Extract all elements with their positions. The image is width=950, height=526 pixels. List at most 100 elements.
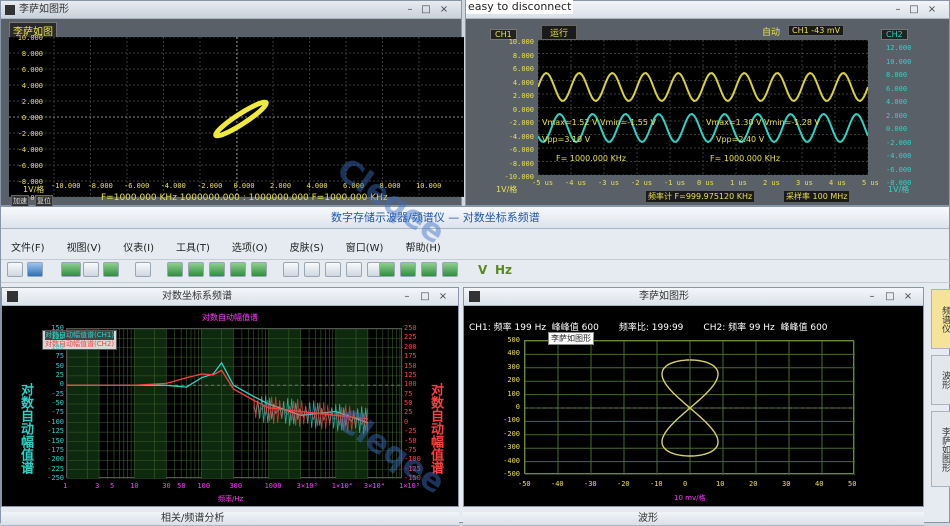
tool-table-icon[interactable] xyxy=(103,262,119,277)
bottom-left-title: 相关/频谱分析 xyxy=(161,513,225,524)
menu-skin[interactable]: 皮肤(S) xyxy=(290,239,324,254)
top-left-titlebar[interactable]: 李萨如图形 – □ × xyxy=(1,1,461,19)
x-tick-label: 1000 xyxy=(264,482,282,490)
close-icon[interactable]: × xyxy=(436,291,450,303)
menu-instrument[interactable]: 仪表(I) xyxy=(123,239,154,254)
y-tick-label: 200 xyxy=(507,376,520,385)
time-tick-label: -5 us xyxy=(532,179,554,187)
minimize-icon[interactable]: – xyxy=(403,4,417,16)
ch1-tick-label: 2.000 xyxy=(512,92,534,100)
close-icon[interactable]: × xyxy=(925,4,939,16)
x-tick-label: -50 xyxy=(518,480,531,488)
tool-scope5-icon[interactable] xyxy=(251,262,267,277)
menu-window[interactable]: 窗口(W) xyxy=(346,239,384,254)
side-tab-lissajous[interactable]: 李萨如图形 xyxy=(931,411,950,487)
y-left-tick-label: -75 xyxy=(51,408,64,417)
top-left-title: 李萨如图形 xyxy=(19,4,69,15)
maximize-icon[interactable]: □ xyxy=(883,291,897,303)
trigger-level[interactable]: CH1 -43 mV xyxy=(788,25,845,36)
tool-scope1-icon[interactable] xyxy=(167,262,183,277)
ch2-label[interactable]: CH2 xyxy=(881,29,908,40)
x-tick-label: 5 xyxy=(109,482,115,490)
tool-probe-icon[interactable] xyxy=(7,262,23,277)
minimize-icon[interactable]: – xyxy=(400,291,414,303)
run-status[interactable]: 运行 xyxy=(541,25,578,40)
time-tick-label: -4 us xyxy=(565,179,587,187)
menu-tools[interactable]: 工具(T) xyxy=(176,239,210,254)
auto-trigger[interactable]: 自动 xyxy=(762,25,780,38)
tool-volt-button[interactable]: V xyxy=(478,263,487,277)
bottom-left-titlebar[interactable]: 相关/频谱分析 xyxy=(1,512,459,526)
tool-cursor-icon[interactable] xyxy=(135,262,151,277)
x-tick-label: 0.000 xyxy=(233,182,255,190)
lissajous-info: CH1: 频率 199 Hz 峰峰值 600 频率比: 199:99 CH2: … xyxy=(469,323,828,333)
tool-chain-icon[interactable] xyxy=(379,262,395,277)
tool-heart-icon[interactable] xyxy=(27,262,43,277)
time-tick-label: 0 us xyxy=(697,179,714,187)
time-tick-label: -1 us xyxy=(664,179,686,187)
x-tick-label: -2.000 xyxy=(197,182,223,190)
tool-scope4-icon[interactable] xyxy=(230,262,246,277)
top-right-window: – □ × CH1 CH2 运行 自动 CH1 -43 mV Vmax=1.52… xyxy=(465,0,950,206)
tool-wave1-icon[interactable] xyxy=(283,262,299,277)
spectrum-titlebar[interactable]: 对数坐标系频谱 – □ × xyxy=(2,288,458,306)
main-titlebar[interactable]: 数字存储示波器/频谱仪 — 对数坐标系频谱 xyxy=(1,207,949,229)
menu-options[interactable]: 选项(O) xyxy=(232,239,268,254)
y-left-tick-label: -125 xyxy=(47,427,64,436)
x-tick-label: 30 xyxy=(782,480,791,488)
menu-file[interactable]: 文件(F) xyxy=(11,239,45,254)
ch2-tick-label: 12.000 xyxy=(886,44,912,52)
spectrum-chart-title: 对数自动幅值谱 xyxy=(202,313,258,322)
y-tick-label: 100 xyxy=(507,389,520,398)
side-tab-waveform[interactable]: 波形 xyxy=(931,355,950,405)
ch2-tick-label: 8.000 xyxy=(886,71,908,79)
tool-grid-icon[interactable] xyxy=(83,262,99,277)
close-icon[interactable]: × xyxy=(437,4,451,16)
menu-bar: 文件(F) 视图(V) 仪表(I) 工具(T) 选项(O) 皮肤(S) 窗口(W) 帮助(H) xyxy=(11,239,463,254)
y-left-tick-label: -100 xyxy=(47,417,64,426)
y-tick-label: -300 xyxy=(503,443,520,452)
lissajous-titlebar[interactable]: 李萨如图形 – □ × xyxy=(464,288,923,306)
x-tick-label: 300 xyxy=(229,482,243,490)
maximize-icon[interactable]: □ xyxy=(907,4,921,16)
tool-hz-button[interactable]: Hz xyxy=(495,263,512,277)
tool-split-icon[interactable] xyxy=(421,262,437,277)
ch1-meas-2: Vpp=3.10 V xyxy=(542,135,591,144)
ch1-tick-label: 10.000 xyxy=(508,38,534,46)
y-right-tick-label: -25 xyxy=(404,427,417,436)
x-tick-label: 10.000 xyxy=(416,182,442,190)
y-tick-label: 0.000 xyxy=(21,114,43,122)
x-tick-label: 1×10⁴ xyxy=(331,482,353,490)
bottom-right-titlebar[interactable]: 波形 xyxy=(463,512,924,526)
tool-scope2-icon[interactable] xyxy=(188,262,204,277)
y-tick-label: 500 xyxy=(507,336,520,344)
tool-wave3-icon[interactable] xyxy=(325,262,341,277)
x-tick-label: -30 xyxy=(584,480,597,488)
y-right-tick-label: 25 xyxy=(404,408,413,417)
x-tick-label: 30 xyxy=(162,482,171,490)
x-tick-label: -20 xyxy=(617,480,630,488)
ch1-tick-label: -4.000 xyxy=(508,132,534,141)
close-icon[interactable]: × xyxy=(901,291,915,303)
time-tick-label: 1 us xyxy=(730,179,747,187)
tool-spectrum-icon[interactable] xyxy=(61,262,81,277)
minimize-icon[interactable]: – xyxy=(865,291,879,303)
scope-plot: Vmax=1.52 V Vmin=-1.55 V Vpp=3.10 V F= 1… xyxy=(538,40,868,175)
lissajous-plot xyxy=(524,340,855,475)
y-right-tick-label: 200 xyxy=(404,342,417,351)
side-tab-spectrum[interactable]: 频谱仪 xyxy=(931,289,950,349)
maximize-icon[interactable]: □ xyxy=(418,291,432,303)
tool-wave4-icon[interactable] xyxy=(346,262,362,277)
ch1-tick-label: -6.000 xyxy=(508,146,534,154)
y-tick-label: 8.000 xyxy=(21,50,43,58)
tool-list-icon[interactable] xyxy=(400,262,416,277)
ch2-tick-label: 0.000 xyxy=(886,125,908,133)
ch2-meas-1: Vmax=1.30 V Vmin=-1.28 V xyxy=(706,118,820,127)
maximize-icon[interactable]: □ xyxy=(419,4,433,16)
tool-scope3-icon[interactable] xyxy=(209,262,225,277)
menu-view[interactable]: 视图(V) xyxy=(67,239,102,254)
minimize-icon[interactable]: – xyxy=(891,4,905,16)
x-tick-label: 4.000 xyxy=(306,182,328,190)
tool-tile-icon[interactable] xyxy=(442,262,458,277)
tool-wave2-icon[interactable] xyxy=(304,262,320,277)
